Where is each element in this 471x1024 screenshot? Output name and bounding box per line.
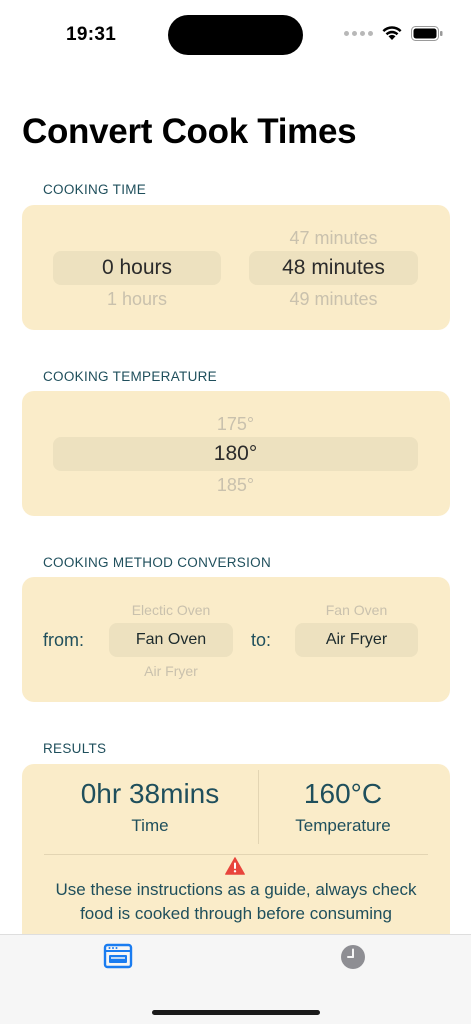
result-time-caption: Time (131, 816, 169, 835)
to-method-previous[interactable]: Fan Oven (295, 602, 418, 618)
tab-timer[interactable] (339, 943, 369, 973)
cooking-temperature-label: COOKING TEMPERATURE (43, 369, 217, 384)
result-note: Use these instructions as a guide, alway… (55, 880, 417, 923)
minutes-next[interactable]: 49 minutes (249, 289, 418, 310)
oven-icon (103, 943, 133, 969)
from-method-selected[interactable]: Fan Oven (109, 623, 233, 657)
minutes-previous[interactable]: 47 minutes (249, 228, 418, 249)
hours-next[interactable]: 1 hours (53, 289, 221, 310)
minutes-selected[interactable]: 48 minutes (249, 251, 418, 285)
warning-icon (225, 857, 245, 875)
cellular-signal-icon (344, 30, 373, 36)
temperature-picker[interactable]: 175° 180° 185° (22, 391, 450, 516)
cooking-time-label: COOKING TIME (43, 182, 147, 197)
result-time-value: 0hr 38mins (80, 778, 220, 809)
battery-icon (411, 25, 443, 41)
result-temperature-caption: Temperature (295, 816, 391, 835)
cooking-method-label: COOKING METHOD CONVERSION (43, 555, 272, 570)
cooking-time-picker[interactable]: 0 hours 1 hours 47 minutes 48 minutes 49… (22, 205, 450, 330)
temperature-previous[interactable]: 175° (53, 414, 418, 435)
hours-selected[interactable]: 0 hours (53, 251, 221, 285)
dynamic-island (168, 15, 303, 55)
result-temperature-value: 160°C (303, 778, 383, 809)
temperature-next[interactable]: 185° (53, 475, 418, 496)
clock-icon (341, 945, 365, 969)
page-title: Convert Cook Times (22, 112, 357, 151)
temperature-selected[interactable]: 180° (53, 437, 418, 471)
to-label: to: (251, 630, 272, 650)
results-divider-horizontal (44, 854, 428, 855)
status-bar: 19:31 (0, 0, 471, 70)
results-label: RESULTS (43, 741, 107, 756)
cooking-method-card: from: Electic Oven Fan Oven Air Fryer to… (22, 577, 450, 702)
wifi-icon (382, 26, 402, 40)
status-time: 19:31 (66, 24, 117, 45)
to-method-selected[interactable]: Air Fryer (295, 623, 418, 657)
status-indicators (344, 25, 443, 41)
from-method-next[interactable]: Air Fryer (109, 663, 233, 679)
from-method-previous[interactable]: Electic Oven (109, 602, 233, 618)
from-label: from: (43, 630, 85, 650)
home-indicator (152, 1010, 320, 1015)
tab-converter[interactable] (103, 943, 133, 973)
